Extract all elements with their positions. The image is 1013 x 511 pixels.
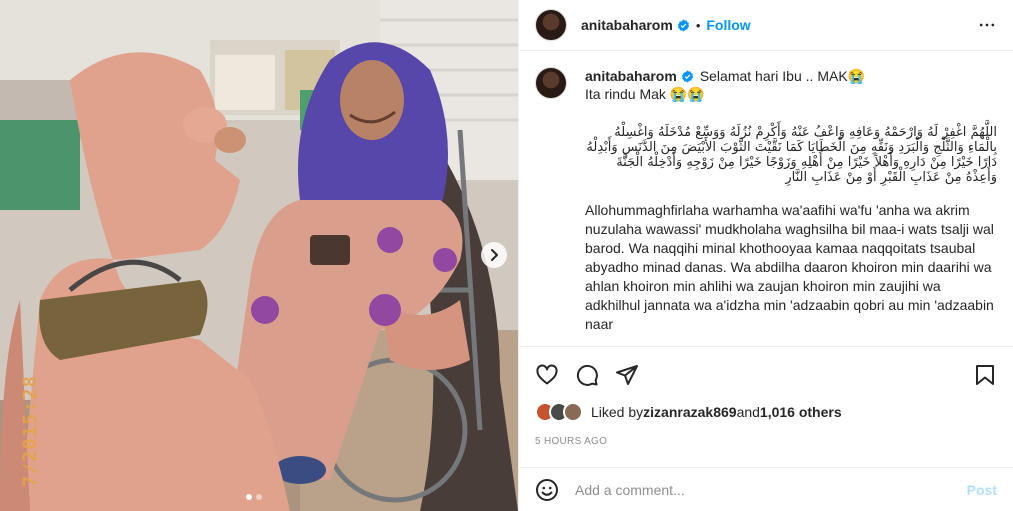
author-avatar[interactable] (535, 9, 567, 41)
photo-scene (0, 0, 518, 511)
caption-author-avatar[interactable] (535, 67, 567, 99)
post-photo[interactable]: 7/2015:28 (0, 0, 518, 511)
emoji-icon[interactable] (535, 478, 559, 502)
heart-icon[interactable] (535, 363, 559, 387)
post-details-panel: anitabaharom • Follow anitabaharom Selam… (518, 0, 1013, 511)
likes-others-link[interactable]: 1,016 others (760, 404, 842, 420)
likes-and: and (736, 404, 760, 420)
caption-line-2: Ita rindu Mak 😭😭 (585, 86, 705, 102)
chevron-right-icon (491, 249, 498, 261)
more-options-icon[interactable] (977, 15, 997, 35)
likes-summary: Liked by zizanrazak869 and 1,016 others (535, 402, 842, 422)
share-icon[interactable] (615, 363, 639, 387)
caption-arabic-text: اللَّهُمَّ اغْفِرْ لَهُ وَارْحَمْهُ وَعَ… (586, 125, 997, 185)
carousel-dot-active (246, 494, 252, 500)
caption-latin-text: Allohummaghfirlaha warhamha wa'aafihi wa… (585, 202, 994, 332)
author-username[interactable]: anitabaharom (581, 17, 673, 33)
liked-by-user-link[interactable]: zizanrazak869 (643, 404, 736, 420)
liker-avatars[interactable] (535, 402, 583, 422)
likes-prefix: Liked by (591, 404, 644, 420)
post-comment-button[interactable]: Post (967, 482, 997, 498)
caption-line-1: Selamat hari Ibu .. MAK😭 (699, 68, 866, 84)
caption-section: anitabaharom Selamat hari Ibu .. MAK😭 It… (519, 51, 1013, 347)
comment-bar: Post (519, 467, 1013, 511)
separator-dot: • (695, 17, 701, 33)
carousel-dot (256, 494, 262, 500)
bookmark-icon[interactable] (973, 363, 997, 387)
verified-badge-icon (677, 19, 690, 32)
carousel-next-button[interactable] (481, 242, 507, 268)
comment-input[interactable] (575, 481, 967, 498)
post-timestamp[interactable]: 5 HOURS AGO (535, 436, 607, 447)
action-bar (535, 357, 997, 393)
photo-date-stamp: 7/2015:28 (18, 375, 41, 487)
post-header: anitabaharom • Follow (519, 0, 1013, 51)
comment-icon[interactable] (575, 363, 599, 387)
liker-avatar (563, 402, 583, 422)
follow-button[interactable]: Follow (706, 17, 750, 33)
caption-username[interactable]: anitabaharom (585, 67, 677, 85)
verified-badge-icon (681, 70, 694, 83)
carousel-indicator (246, 494, 262, 500)
